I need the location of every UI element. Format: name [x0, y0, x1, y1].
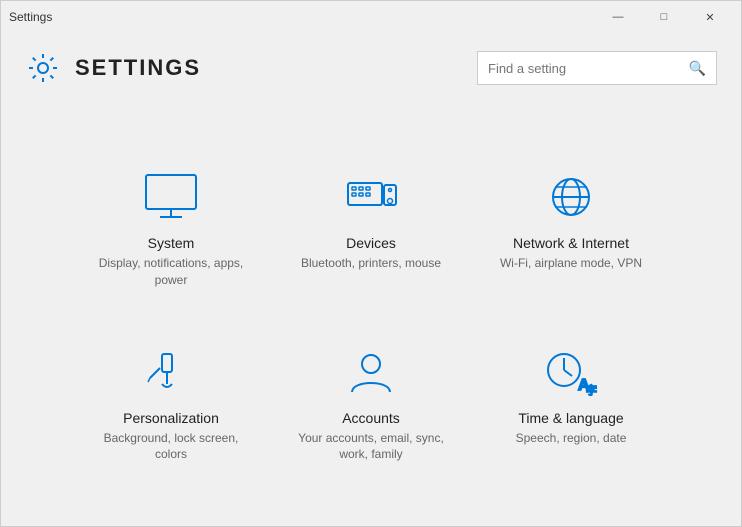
close-button[interactable]: ✕ [687, 1, 733, 33]
system-icon [141, 170, 201, 225]
grid-item-system[interactable]: System Display, notifications, apps, pow… [71, 150, 271, 305]
time-title: Time & language [518, 410, 623, 426]
maximize-button[interactable]: □ [641, 1, 687, 33]
devices-title: Devices [346, 235, 396, 251]
accounts-title: Accounts [342, 410, 400, 426]
grid-item-network[interactable]: Network & Internet Wi-Fi, airplane mode,… [471, 150, 671, 305]
settings-window: Settings — □ ✕ SETTINGS 🔍 [0, 0, 742, 527]
settings-grid-container: System Display, notifications, apps, pow… [1, 103, 741, 526]
minimize-button[interactable]: — [595, 1, 641, 33]
settings-grid: System Display, notifications, apps, pow… [71, 150, 671, 479]
network-title: Network & Internet [513, 235, 629, 251]
accounts-icon [341, 345, 401, 400]
personalization-title: Personalization [123, 410, 219, 426]
network-icon [541, 170, 601, 225]
svg-text:字: 字 [586, 383, 597, 396]
header-left: SETTINGS [25, 50, 477, 86]
grid-item-accounts[interactable]: Accounts Your accounts, email, sync, wor… [271, 325, 471, 480]
window-controls: — □ ✕ [595, 1, 733, 33]
network-desc: Wi-Fi, airplane mode, VPN [500, 255, 642, 272]
search-input[interactable] [488, 61, 689, 76]
settings-gear-icon [25, 50, 61, 86]
grid-item-devices[interactable]: Devices Bluetooth, printers, mouse [271, 150, 471, 305]
personalization-desc: Background, lock screen, colors [87, 430, 255, 464]
system-title: System [148, 235, 195, 251]
search-box[interactable]: 🔍 [477, 51, 717, 85]
grid-item-personalization[interactable]: Personalization Background, lock screen,… [71, 325, 271, 480]
devices-icon [341, 170, 401, 225]
system-desc: Display, notifications, apps, power [87, 255, 255, 289]
header: SETTINGS 🔍 [1, 33, 741, 103]
time-desc: Speech, region, date [516, 430, 627, 447]
title-bar: Settings — □ ✕ [1, 1, 741, 33]
time-icon: A 字 [541, 345, 601, 400]
window-title: Settings [9, 10, 52, 24]
accounts-desc: Your accounts, email, sync, work, family [287, 430, 455, 464]
personalization-icon [141, 345, 201, 400]
search-icon[interactable]: 🔍 [689, 60, 706, 77]
header-title: SETTINGS [75, 55, 201, 81]
grid-item-time[interactable]: A 字 Time & language Speech, region, date [471, 325, 671, 480]
devices-desc: Bluetooth, printers, mouse [301, 255, 441, 272]
